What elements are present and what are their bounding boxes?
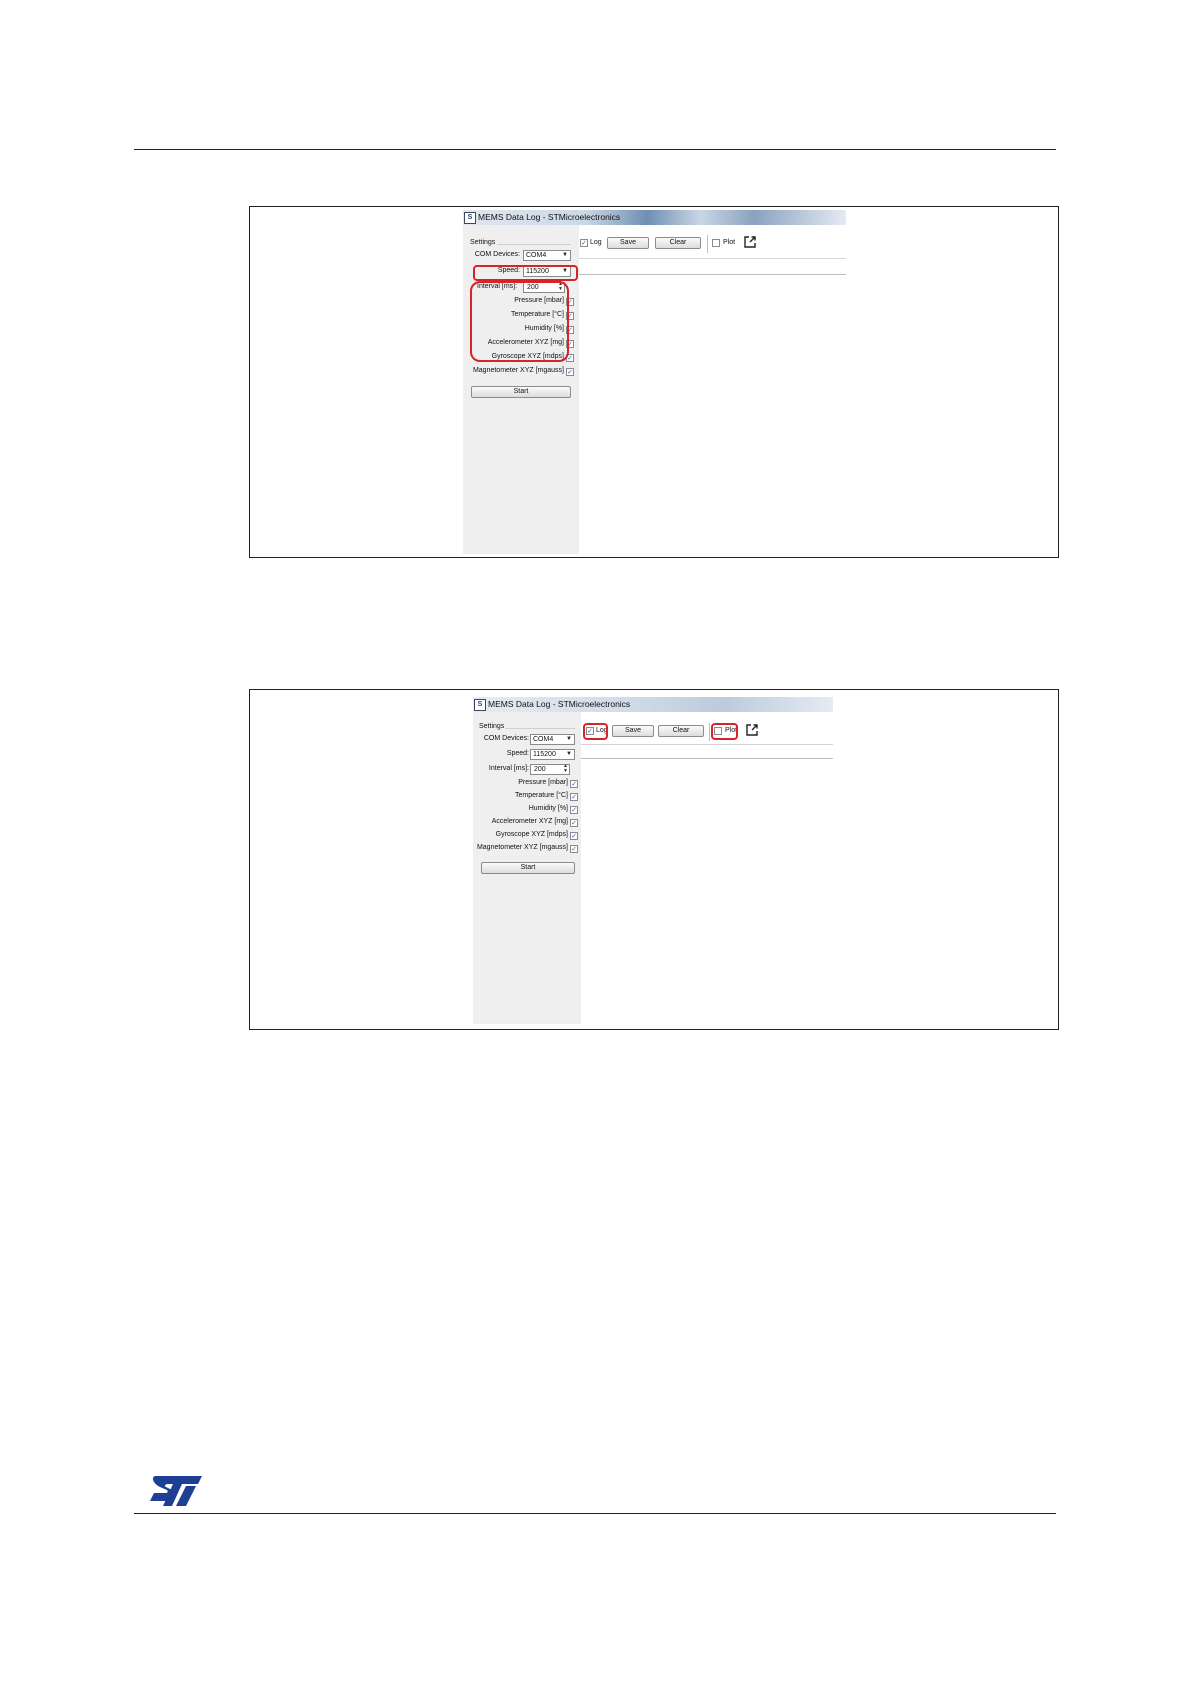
- app-window: S MEMS Data Log - STMicroelectronics Set…: [473, 697, 833, 1024]
- speed-label: Speed:: [506, 750, 529, 757]
- interval-value: 200: [534, 766, 546, 773]
- log-label: Log: [590, 239, 602, 246]
- com-devices-select[interactable]: COM4 ▼: [523, 250, 571, 261]
- start-button[interactable]: Start: [471, 386, 571, 398]
- log-checkbox[interactable]: ✓: [580, 239, 588, 247]
- save-button[interactable]: Save: [612, 725, 654, 737]
- log-area-top-line: [581, 758, 833, 759]
- chevron-down-icon: ▼: [566, 736, 572, 742]
- sensors-highlight: [470, 281, 569, 362]
- settings-panel: Settings COM Devices: COM4 ▼ Speed: 1152…: [473, 712, 581, 1024]
- com-devices-label: COM Devices:: [474, 251, 520, 258]
- speed-value: 115200: [533, 751, 556, 758]
- window-title: MEMS Data Log - STMicroelectronics: [478, 212, 621, 222]
- save-button[interactable]: Save: [607, 237, 649, 249]
- settings-group-label: Settings: [470, 239, 496, 246]
- figure-2-frame: S MEMS Data Log - STMicroelectronics Set…: [249, 689, 1059, 1030]
- figure-1-frame: S MEMS Data Log - STMicroelectronics Set…: [249, 206, 1059, 558]
- settings-group-line: [497, 244, 571, 245]
- com-devices-value: COM4: [526, 252, 547, 259]
- sensor-checkbox-magnetometer[interactable]: ✓: [566, 368, 574, 376]
- com-devices-label: COM Devices:: [483, 735, 529, 742]
- chevron-down-icon: ▼: [562, 252, 568, 258]
- toolbar-divider: [581, 744, 833, 745]
- sensor-checkbox-humidity[interactable]: ✓: [570, 806, 578, 814]
- plot-label: Plot: [723, 239, 736, 246]
- app-window: S MEMS Data Log - STMicroelectronics Set…: [463, 210, 846, 554]
- toolbar-divider: [579, 258, 846, 259]
- sensor-checkbox-pressure[interactable]: ✓: [570, 780, 578, 788]
- speed-select[interactable]: 115200 ▼: [530, 749, 575, 760]
- sensor-label-magnetometer: Magnetometer XYZ [mgauss]: [476, 844, 568, 851]
- plot-highlight: [711, 723, 738, 740]
- sensor-checkbox-magnetometer[interactable]: ✓: [570, 845, 578, 853]
- settings-group-line: [505, 728, 575, 729]
- com-devices-select[interactable]: COM4 ▼: [530, 734, 575, 745]
- chevron-down-icon: ▼: [566, 751, 572, 757]
- header-rule: [134, 149, 1056, 150]
- settings-group-label: Settings: [479, 723, 505, 730]
- clear-button[interactable]: Clear: [655, 237, 701, 249]
- sensor-label-accelerometer: Accelerometer XYZ [mg]: [491, 818, 568, 825]
- st-app-icon: S: [474, 699, 486, 711]
- title-bar: S MEMS Data Log - STMicroelectronics: [473, 697, 833, 712]
- spinner-arrows-icon[interactable]: ▲ ▼: [563, 764, 568, 774]
- window-title: MEMS Data Log - STMicroelectronics: [488, 699, 631, 709]
- plot-checkbox[interactable]: [712, 239, 720, 247]
- interval-spinner[interactable]: 200 ▲ ▼: [530, 764, 570, 775]
- popout-icon[interactable]: [746, 724, 758, 736]
- sensor-label-humidity: Humidity [%]: [528, 805, 568, 812]
- sensor-label-pressure: Pressure [mbar]: [518, 779, 568, 786]
- st-logo: [150, 1476, 202, 1506]
- sensor-label-gyroscope: Gyroscope XYZ [mdps]: [495, 831, 568, 838]
- sensor-checkbox-accelerometer[interactable]: ✓: [570, 819, 578, 827]
- st-app-icon: S: [464, 212, 476, 224]
- sensor-checkbox-temperature[interactable]: ✓: [570, 793, 578, 801]
- start-button[interactable]: Start: [481, 862, 575, 874]
- sensor-label-magnetometer: Magnetometer XYZ [mgauss]: [472, 367, 564, 374]
- log-highlight: [583, 723, 608, 740]
- popout-icon[interactable]: [744, 236, 756, 248]
- interval-label: Interval [ms]:: [488, 765, 529, 772]
- sensor-checkbox-gyroscope[interactable]: ✓: [570, 832, 578, 840]
- toolbar-separator: [709, 723, 710, 741]
- toolbar-separator: [707, 235, 708, 253]
- footer-rule: [134, 1513, 1056, 1514]
- title-bar: S MEMS Data Log - STMicroelectronics: [463, 210, 846, 225]
- sensor-label-temperature: Temperature [°C]: [515, 792, 568, 799]
- clear-button[interactable]: Clear: [658, 725, 704, 737]
- com-devices-value: COM4: [533, 736, 554, 743]
- interval-highlight: [473, 265, 578, 281]
- log-area-top-line: [579, 274, 846, 275]
